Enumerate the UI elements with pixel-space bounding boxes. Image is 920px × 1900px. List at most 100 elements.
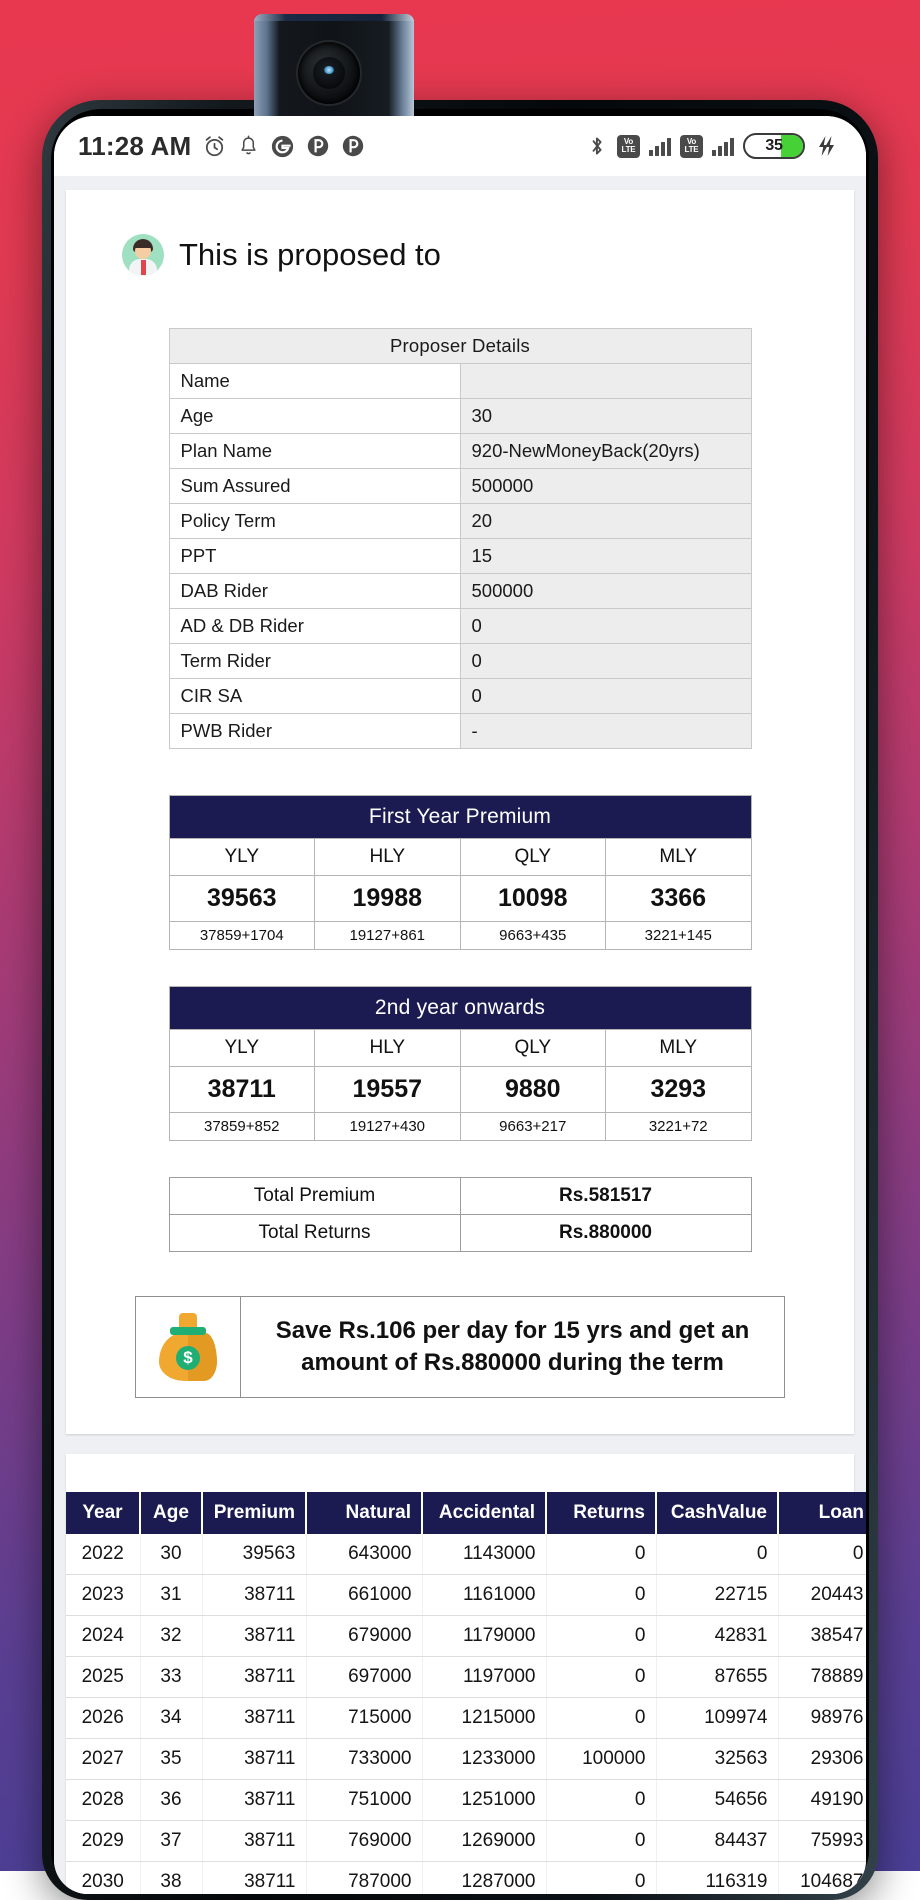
second-year-frequency-header: HLY: [315, 1030, 461, 1067]
ledger-header-year: Year: [66, 1492, 140, 1534]
volte-line-2b: LTE: [680, 146, 703, 155]
ledger-cell-cashvalue: 54656: [656, 1780, 778, 1821]
table-row: 20243238711679000117900004283138547: [66, 1616, 866, 1657]
ledger-cell-age: 38: [140, 1862, 202, 1895]
avatar-tie: [141, 260, 146, 275]
first-year-amount: 10098: [460, 876, 606, 922]
proposer-row-label: Age: [169, 399, 460, 434]
ledger-cell-accidental: 1143000: [422, 1534, 546, 1575]
ledger-cell-age: 36: [140, 1780, 202, 1821]
phonepe-icon-2: [341, 134, 365, 158]
ledger-cell-returns: 0: [546, 1616, 656, 1657]
first-year-breakdown-row: 37859+170419127+8619663+4353221+145: [169, 922, 751, 950]
proposer-row-value: 920-NewMoneyBack(20yrs): [460, 434, 751, 469]
proposer-row-value: [460, 364, 751, 399]
ledger-cell-age: 33: [140, 1657, 202, 1698]
ledger-cell-natural: 715000: [306, 1698, 422, 1739]
volte-line-2: LTE: [617, 146, 640, 155]
ledger-cell-loan: 38547: [778, 1616, 866, 1657]
grammarly-icon: [270, 134, 295, 159]
ledger-cell-natural: 661000: [306, 1575, 422, 1616]
second-year-body: YLYHLYQLYMLY38711195579880329337859+8521…: [169, 1030, 751, 1141]
proposer-row-value: 30: [460, 399, 751, 434]
proposer-row: DAB Rider500000: [169, 574, 751, 609]
ledger-cell-natural: 751000: [306, 1780, 422, 1821]
ledger-cell-cashvalue: 109974: [656, 1698, 778, 1739]
bell-icon: [238, 135, 259, 158]
totals-body: Total PremiumRs.581517Total ReturnsRs.88…: [169, 1178, 751, 1252]
savings-callout: $ Save Rs.106 per day for 15 yrs and get…: [135, 1296, 785, 1398]
second-year-frequency-header: MLY: [606, 1030, 752, 1067]
ledger-cell-accidental: 1161000: [422, 1575, 546, 1616]
proposer-row-value: 500000: [460, 469, 751, 504]
page-title-row: This is proposed to: [66, 234, 854, 276]
totals-row-value: Rs.880000: [460, 1215, 751, 1252]
first-year-body: YLYHLYQLYMLY395631998810098336637859+170…: [169, 839, 751, 950]
camera-lens-icon: [298, 42, 360, 104]
proposer-row: Name: [169, 364, 751, 399]
ledger-cell-accidental: 1251000: [422, 1780, 546, 1821]
ledger-cell-age: 34: [140, 1698, 202, 1739]
ledger-cell-cashvalue: 42831: [656, 1616, 778, 1657]
ledger-cell-premium: 38711: [202, 1698, 306, 1739]
proposer-title-row: Proposer Details: [169, 329, 751, 364]
spacer-3: [66, 1141, 854, 1177]
ledger-cell-loan: 75993: [778, 1821, 866, 1862]
ledger-cell-accidental: 1269000: [422, 1821, 546, 1862]
ledger-cell-natural: 787000: [306, 1862, 422, 1895]
document-scroll-area[interactable]: This is proposed to Proposer Details Nam…: [54, 176, 866, 1894]
ledger-cell-year: 2022: [66, 1534, 140, 1575]
signal-bar-2b: [718, 146, 722, 156]
ledger-cell-loan: 29306: [778, 1739, 866, 1780]
first-year-amount: 19988: [315, 876, 461, 922]
table-row: 2030383871178700012870000116319104687: [66, 1862, 866, 1895]
status-bar-right: Vo LTE Vo LTE 35: [586, 133, 838, 159]
proposer-row-label: AD & DB Rider: [169, 609, 460, 644]
ledger-cell-loan: 98976: [778, 1698, 866, 1739]
ledger-cell-cashvalue: 84437: [656, 1821, 778, 1862]
totals-row-label: Total Premium: [169, 1178, 460, 1215]
person-avatar-icon: [122, 234, 164, 276]
signal-icon-sim2: [712, 136, 734, 156]
second-year-frequency-header: QLY: [460, 1030, 606, 1067]
second-year-title: 2nd year onwards: [169, 987, 751, 1030]
proposer-row-value: -: [460, 714, 751, 749]
totals-row-value: Rs.581517: [460, 1178, 751, 1215]
proposer-row-label: Plan Name: [169, 434, 460, 469]
ledger-cell-year: 2027: [66, 1739, 140, 1780]
first-year-frequency-header: QLY: [460, 839, 606, 876]
illustration-summary-card: This is proposed to Proposer Details Nam…: [66, 190, 854, 1434]
first-year-breakdown: 9663+435: [460, 922, 606, 950]
ledger-cell-returns: 0: [546, 1780, 656, 1821]
proposer-row-label: Term Rider: [169, 644, 460, 679]
ledger-cell-cashvalue: 0: [656, 1534, 778, 1575]
ledger-cell-premium: 38711: [202, 1616, 306, 1657]
ledger-cell-loan: 104687: [778, 1862, 866, 1895]
ledger-cell-accidental: 1215000: [422, 1698, 546, 1739]
ledger-cell-returns: 0: [546, 1575, 656, 1616]
proposer-row: Policy Term20: [169, 504, 751, 539]
proposer-row: Age30: [169, 399, 751, 434]
first-year-header-row: YLYHLYQLYMLY: [169, 839, 751, 876]
signal-icon-sim1: [649, 136, 671, 156]
signal-bar-1b: [712, 150, 716, 156]
ledger-cell-premium: 38711: [202, 1575, 306, 1616]
ledger-cell-year: 2026: [66, 1698, 140, 1739]
first-year-premium-table: First Year Premium YLYHLYQLYMLY395631998…: [169, 795, 752, 950]
camera-lens-glint: [324, 66, 334, 74]
proposer-row: Term Rider0: [169, 644, 751, 679]
table-row: 202634387117150001215000010997498976: [66, 1698, 866, 1739]
first-year-breakdown: 37859+1704: [169, 922, 315, 950]
signal-bar-4b: [730, 138, 734, 156]
ledger-cell-cashvalue: 87655: [656, 1657, 778, 1698]
ledger-cell-natural: 679000: [306, 1616, 422, 1657]
signal-bar-4: [667, 138, 671, 156]
ledger-header-natural: Natural: [306, 1492, 422, 1534]
signal-bar-2: [655, 146, 659, 156]
second-year-amount-row: 387111955798803293: [169, 1067, 751, 1113]
charging-bolt-icon: [814, 134, 838, 158]
status-clock: 11:28 AM: [78, 131, 191, 162]
ledger-cell-accidental: 1287000: [422, 1862, 546, 1895]
ledger-header-age: Age: [140, 1492, 202, 1534]
ledger-cell-returns: 0: [546, 1821, 656, 1862]
